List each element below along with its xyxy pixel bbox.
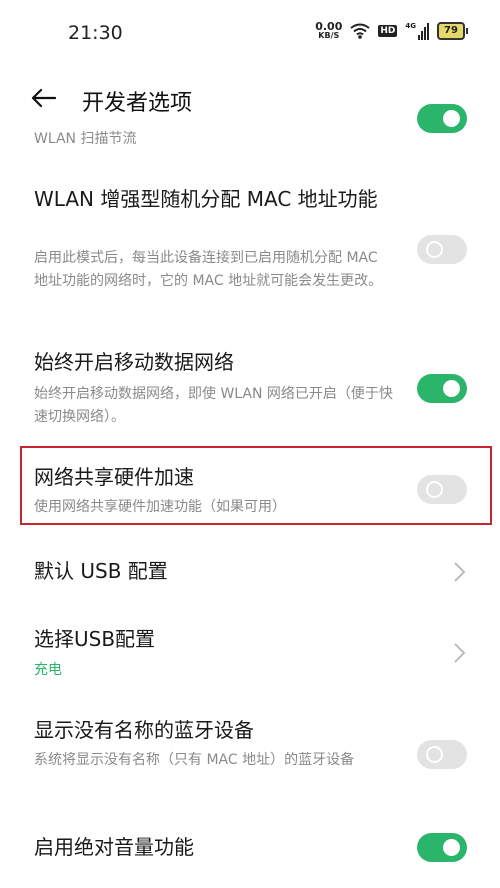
setting-title: 始终开启移动数据网络 <box>34 350 234 374</box>
setting-subtitle: 充电 <box>34 662 62 678</box>
toggle-switch[interactable] <box>417 235 467 264</box>
status-icons: 0.00 KB/S HD 4G 79 <box>315 20 468 40</box>
setting-subtitle: 启用此模式后，每当此设备连接到已启用随机分配 MAC 地址功能的网络时，它的 M… <box>34 250 383 289</box>
toggle-switch[interactable] <box>417 740 467 769</box>
toggle-switch[interactable] <box>417 475 467 504</box>
hd-icon: HD <box>378 25 398 37</box>
toggle-switch[interactable] <box>417 374 467 403</box>
setting-title: 选择USB配置 <box>34 627 156 651</box>
setting-subtitle: 始终开启移动数据网络，即使 WLAN 网络已开启（便于快速切换网络）。 <box>34 386 393 425</box>
toggle-switch[interactable] <box>417 104 467 133</box>
signal-icon: 4G <box>405 22 429 40</box>
setting-title: 网络共享硬件加速 <box>34 465 194 489</box>
setting-subtitle: 系统将显示没有名称（只有 MAC 地址）的蓝牙设备 <box>34 752 355 768</box>
setting-select-usb-config[interactable]: 选择USB配置 充电 <box>0 624 500 684</box>
setting-tethering-hardware-acceleration[interactable]: 网络共享硬件加速 使用网络共享硬件加速功能（如果可用） <box>0 462 500 522</box>
status-bar: 21:30 0.00 KB/S HD 4G 79 <box>0 0 500 66</box>
wifi-icon <box>350 23 370 39</box>
setting-mobile-data-always-on[interactable]: 始终开启移动数据网络 始终开启移动数据网络，即使 WLAN 网络已开启（便于快速… <box>0 348 500 438</box>
setting-title: 启用绝对音量功能 <box>34 835 194 859</box>
back-arrow-icon[interactable] <box>30 88 56 108</box>
setting-wlan-enhanced-random-mac[interactable]: WLAN 增强型随机分配 MAC 地址功能 启用此模式后，每当此设备连接到已启用… <box>0 180 500 320</box>
setting-subtitle: WLAN 扫描节流 <box>34 131 137 147</box>
setting-title: 默认 USB 配置 <box>34 559 168 583</box>
setting-absolute-volume[interactable]: 启用绝对音量功能 <box>0 832 500 882</box>
page-title: 开发者选项 <box>82 91 193 116</box>
chevron-right-icon <box>454 643 466 663</box>
setting-default-usb-config[interactable]: 默认 USB 配置 <box>0 556 500 596</box>
setting-show-unnamed-bluetooth-devices[interactable]: 显示没有名称的蓝牙设备 系统将显示没有名称（只有 MAC 地址）的蓝牙设备 <box>0 715 500 805</box>
battery-icon: 79 <box>437 22 468 40</box>
setting-wlan-scan-throttle[interactable]: WLAN 扫描节流 <box>0 104 500 160</box>
setting-title: 显示没有名称的蓝牙设备 <box>34 718 254 742</box>
setting-subtitle: 使用网络共享硬件加速功能（如果可用） <box>34 499 286 515</box>
toggle-switch[interactable] <box>417 833 467 862</box>
setting-title: WLAN 增强型随机分配 MAC 地址功能 <box>34 187 378 211</box>
network-speed: 0.00 KB/S <box>315 20 343 40</box>
clock: 21:30 <box>68 22 123 44</box>
chevron-right-icon <box>454 562 466 582</box>
